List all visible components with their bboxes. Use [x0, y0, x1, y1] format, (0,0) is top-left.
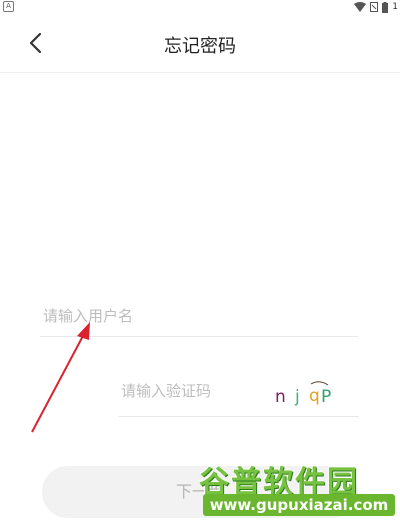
app-header: 忘记密码 [0, 14, 400, 73]
battery-icon [382, 1, 389, 13]
watermark-url: www.gupuxiazai.com [203, 494, 395, 516]
notification-icon: A [3, 1, 14, 12]
status-icons: 1 [354, 1, 398, 13]
sim-icon [370, 2, 379, 12]
watermark: 谷普软件园 www.gupuxiazai.com [197, 457, 400, 520]
captcha-char-1: n [275, 387, 286, 407]
wifi-icon [354, 2, 367, 12]
username-placeholder: 请输入用户名 [43, 307, 134, 325]
captcha-char-2: j [294, 387, 300, 407]
verification-code-field[interactable]: 请输入验证码 n j q P [118, 370, 359, 417]
annotation-arrow [31, 322, 90, 433]
captcha-char-4: P [321, 387, 331, 407]
captcha-image[interactable]: n j q P [273, 376, 353, 410]
captcha-char-3: q [309, 386, 320, 406]
status-bar: A 1 [0, 0, 400, 14]
status-time: 1 [392, 2, 398, 12]
captcha-noise-line [310, 381, 329, 386]
page-title: 忘记密码 [164, 36, 236, 57]
username-field[interactable]: 请输入用户名 [40, 298, 358, 337]
code-placeholder: 请输入验证码 [121, 382, 212, 400]
